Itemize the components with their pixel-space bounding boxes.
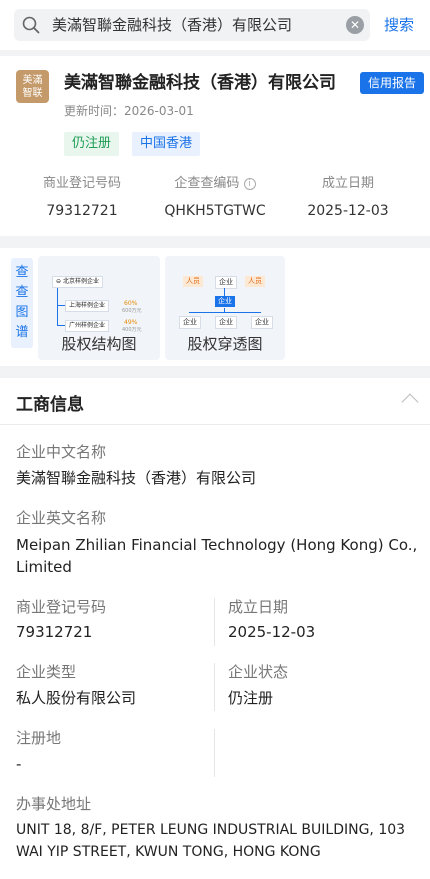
field-value-cn-name: 美滿智聯金融科技（香港）有限公司 xyxy=(16,469,257,487)
person-node: 人员 xyxy=(245,276,265,287)
credit-report-button[interactable]: 信用报告 xyxy=(360,72,424,94)
node-percent: 60% xyxy=(124,300,138,307)
field-label-en-name: 企业英文名称 xyxy=(16,509,107,527)
tree-node: ⊖ 北京样例企业 xyxy=(52,276,103,288)
update-time: 更新时间：2026-03-01 xyxy=(64,102,194,119)
side-label-text: 查查图谱 xyxy=(15,265,29,340)
info-icon[interactable]: i xyxy=(243,178,256,190)
field-label-status: 企业状态 xyxy=(228,663,289,681)
update-label: 更新时间： xyxy=(64,104,125,118)
field-value-reg-place: - xyxy=(16,755,22,773)
stat-value: 79312721 xyxy=(46,203,118,219)
company-node: 企业 xyxy=(215,276,237,289)
field-value-type: 私人股份有限公司 xyxy=(16,689,137,707)
company-logo: 美滿 智联 xyxy=(16,70,49,103)
field-label-office: 办事处地址 xyxy=(16,795,92,813)
tree-line xyxy=(57,305,65,306)
search-box[interactable]: 美滿智聯金融科技（香港）有限公司 ✕ xyxy=(14,9,370,41)
tree-line xyxy=(189,312,261,313)
chevron-up-icon[interactable] xyxy=(401,393,419,411)
person-node: 人员 xyxy=(183,276,203,287)
graph-section: 查查图谱 ⊖ 北京样例企业 上海样例企业 60% 600万元 广州样例企业 49… xyxy=(0,248,430,366)
clear-circle-icon[interactable]: ✕ xyxy=(346,16,364,34)
stat-label: 商业登记号码 xyxy=(42,176,121,191)
search-icon xyxy=(22,16,40,34)
region-badge: 中国香港 xyxy=(132,132,201,156)
field-value-en-name-line1: Meipan Zhilian Financial Technology (Hon… xyxy=(16,536,418,554)
stat-qcc-code: 企查查编码 i QHKH5TGTWC xyxy=(145,174,285,222)
stat-value: QHKH5TGTWC xyxy=(164,203,266,219)
field-value-reg-no: 79312721 xyxy=(16,623,93,641)
field-value-status: 仍注册 xyxy=(228,689,274,707)
company-name: 美滿智聯金融科技（香港）有限公司 xyxy=(64,73,336,93)
search-input[interactable]: 美滿智聯金融科技（香港）有限公司 xyxy=(52,9,292,41)
field-value-est-date: 2025-12-03 xyxy=(228,623,316,641)
company-card: 美滿 智联 美滿智聯金融科技（香港）有限公司 信用报告 更新时间：2026-03-… xyxy=(0,56,430,236)
field-label-est-date: 成立日期 xyxy=(228,598,289,616)
company-node: 企业 xyxy=(179,316,201,329)
equity-penetration-card[interactable]: 人员 企业 人员 企业 企业 企业 企业 股权穿透图 xyxy=(165,256,285,360)
company-node: 企业 xyxy=(215,316,237,329)
business-info-section: 工商信息 企业中文名称 美滿智聯金融科技（香港）有限公司 企业英文名称 Meip… xyxy=(0,378,430,879)
chacha-graph-label[interactable]: 查查图谱 xyxy=(11,258,33,348)
column-divider xyxy=(214,729,215,777)
stat-label-text: 企查查编码 xyxy=(174,176,240,191)
column-divider xyxy=(214,663,215,711)
node-label: 北京样例企业 xyxy=(62,278,99,285)
search-bar: 美滿智聯金融科技（香港）有限公司 ✕ 搜索 xyxy=(0,0,430,50)
equity-penetration-title: 股权穿透图 xyxy=(187,335,263,353)
node-amount: 600万元 xyxy=(122,308,142,314)
equity-structure-card[interactable]: ⊖ 北京样例企业 上海样例企业 60% 600万元 广州样例企业 49% 400… xyxy=(38,256,160,360)
field-label-type: 企业类型 xyxy=(16,663,77,681)
equity-structure-title: 股权结构图 xyxy=(61,335,137,353)
field-label-reg-place: 注册地 xyxy=(16,729,62,747)
tree-node: 广州样例企业 xyxy=(65,320,110,332)
company-node-main: 企业 xyxy=(215,296,235,307)
search-button[interactable]: 搜索 xyxy=(384,9,414,41)
tree-line xyxy=(224,308,225,312)
column-divider xyxy=(214,598,215,646)
field-value-en-name-line2: Limited xyxy=(16,558,72,576)
business-info-title: 工商信息 xyxy=(16,395,84,415)
divider xyxy=(0,424,430,425)
field-value-office-line2: WAI YIP STREET, KWUN TONG, HONG KONG xyxy=(16,844,321,860)
tree-line xyxy=(224,288,225,296)
company-node: 企业 xyxy=(251,316,273,329)
update-date: 2026-03-01 xyxy=(124,104,194,118)
stat-reg-no: 商业登记号码 79312721 xyxy=(12,174,152,222)
status-badge: 仍注册 xyxy=(64,132,120,156)
tree-node: 上海样例企业 xyxy=(65,300,110,312)
stat-value: 2025-12-03 xyxy=(307,203,389,219)
node-amount: 400万元 xyxy=(122,327,142,333)
stat-label: 成立日期 xyxy=(321,176,374,191)
field-value-office-line1: UNIT 18, 8/F, PETER LEUNG INDUSTRIAL BUI… xyxy=(16,822,406,838)
field-label-reg-no: 商业登记号码 xyxy=(16,598,107,616)
node-percent: 49% xyxy=(124,319,138,326)
tree-line xyxy=(57,325,65,326)
stat-est-date: 成立日期 2025-12-03 xyxy=(278,174,418,222)
field-label-cn-name: 企业中文名称 xyxy=(16,443,107,461)
stat-label: 企查查编码 i xyxy=(145,174,285,194)
